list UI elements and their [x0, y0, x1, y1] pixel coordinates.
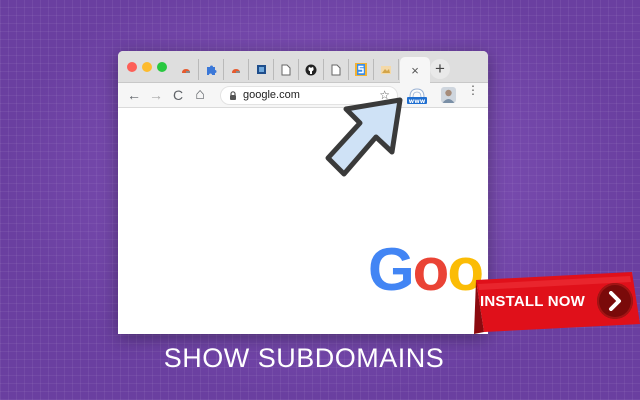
- document-icon: [331, 64, 341, 75]
- tab-3[interactable]: [224, 59, 249, 80]
- puzzle-icon: [207, 65, 217, 75]
- blue-square-icon: [256, 65, 266, 74]
- tab-active[interactable]: ×: [400, 57, 430, 83]
- browser-window: × + ← → C ⌂ google.com ☆ www ⋮ Goo: [118, 51, 488, 334]
- minimize-window-button[interactable]: [142, 62, 152, 72]
- home-button[interactable]: ⌂: [191, 86, 209, 104]
- url-text: google.com: [243, 89, 300, 101]
- tab-9[interactable]: [374, 59, 399, 80]
- image-icon: [381, 66, 391, 74]
- chevron-right-icon: [609, 291, 621, 311]
- tab-5[interactable]: [274, 59, 299, 80]
- s-logo-icon: [355, 63, 367, 76]
- browser-toolbar: ← → C ⌂ google.com ☆ www ⋮: [118, 83, 488, 108]
- cloud-icon: [232, 68, 240, 73]
- github-icon: [305, 64, 317, 75]
- person-icon: [442, 89, 455, 103]
- back-button[interactable]: ←: [125, 86, 143, 104]
- tab-1[interactable]: [174, 59, 199, 80]
- tab-6[interactable]: [299, 59, 324, 80]
- tab-8[interactable]: [349, 59, 374, 80]
- forward-button[interactable]: →: [147, 86, 165, 104]
- new-tab-button[interactable]: +: [430, 59, 450, 79]
- tab-strip: × +: [118, 51, 488, 83]
- close-window-button[interactable]: [127, 62, 137, 72]
- logo-letter: G: [368, 236, 415, 303]
- lock-icon: [230, 91, 236, 100]
- browser-menu-button[interactable]: ⋮: [467, 84, 479, 96]
- install-now-label[interactable]: INSTALL NOW: [480, 293, 585, 310]
- promo-caption: SHOW SUBDOMAINS: [163, 343, 445, 373]
- maximize-window-button[interactable]: [157, 62, 167, 72]
- profile-avatar[interactable]: [441, 87, 456, 103]
- pointer-arrow-icon: [325, 97, 403, 177]
- install-now-button[interactable]: [597, 283, 633, 319]
- tab-2[interactable]: [199, 59, 224, 80]
- page-content: Goo: [118, 108, 488, 334]
- reload-button[interactable]: C: [169, 86, 187, 104]
- cloud-icon: [182, 68, 190, 73]
- close-tab-icon[interactable]: ×: [411, 63, 419, 78]
- tab-4[interactable]: [249, 59, 274, 80]
- logo-letter: o: [412, 236, 450, 303]
- google-logo: Goo: [368, 236, 484, 303]
- tab-7[interactable]: [324, 59, 349, 80]
- document-icon: [281, 64, 291, 75]
